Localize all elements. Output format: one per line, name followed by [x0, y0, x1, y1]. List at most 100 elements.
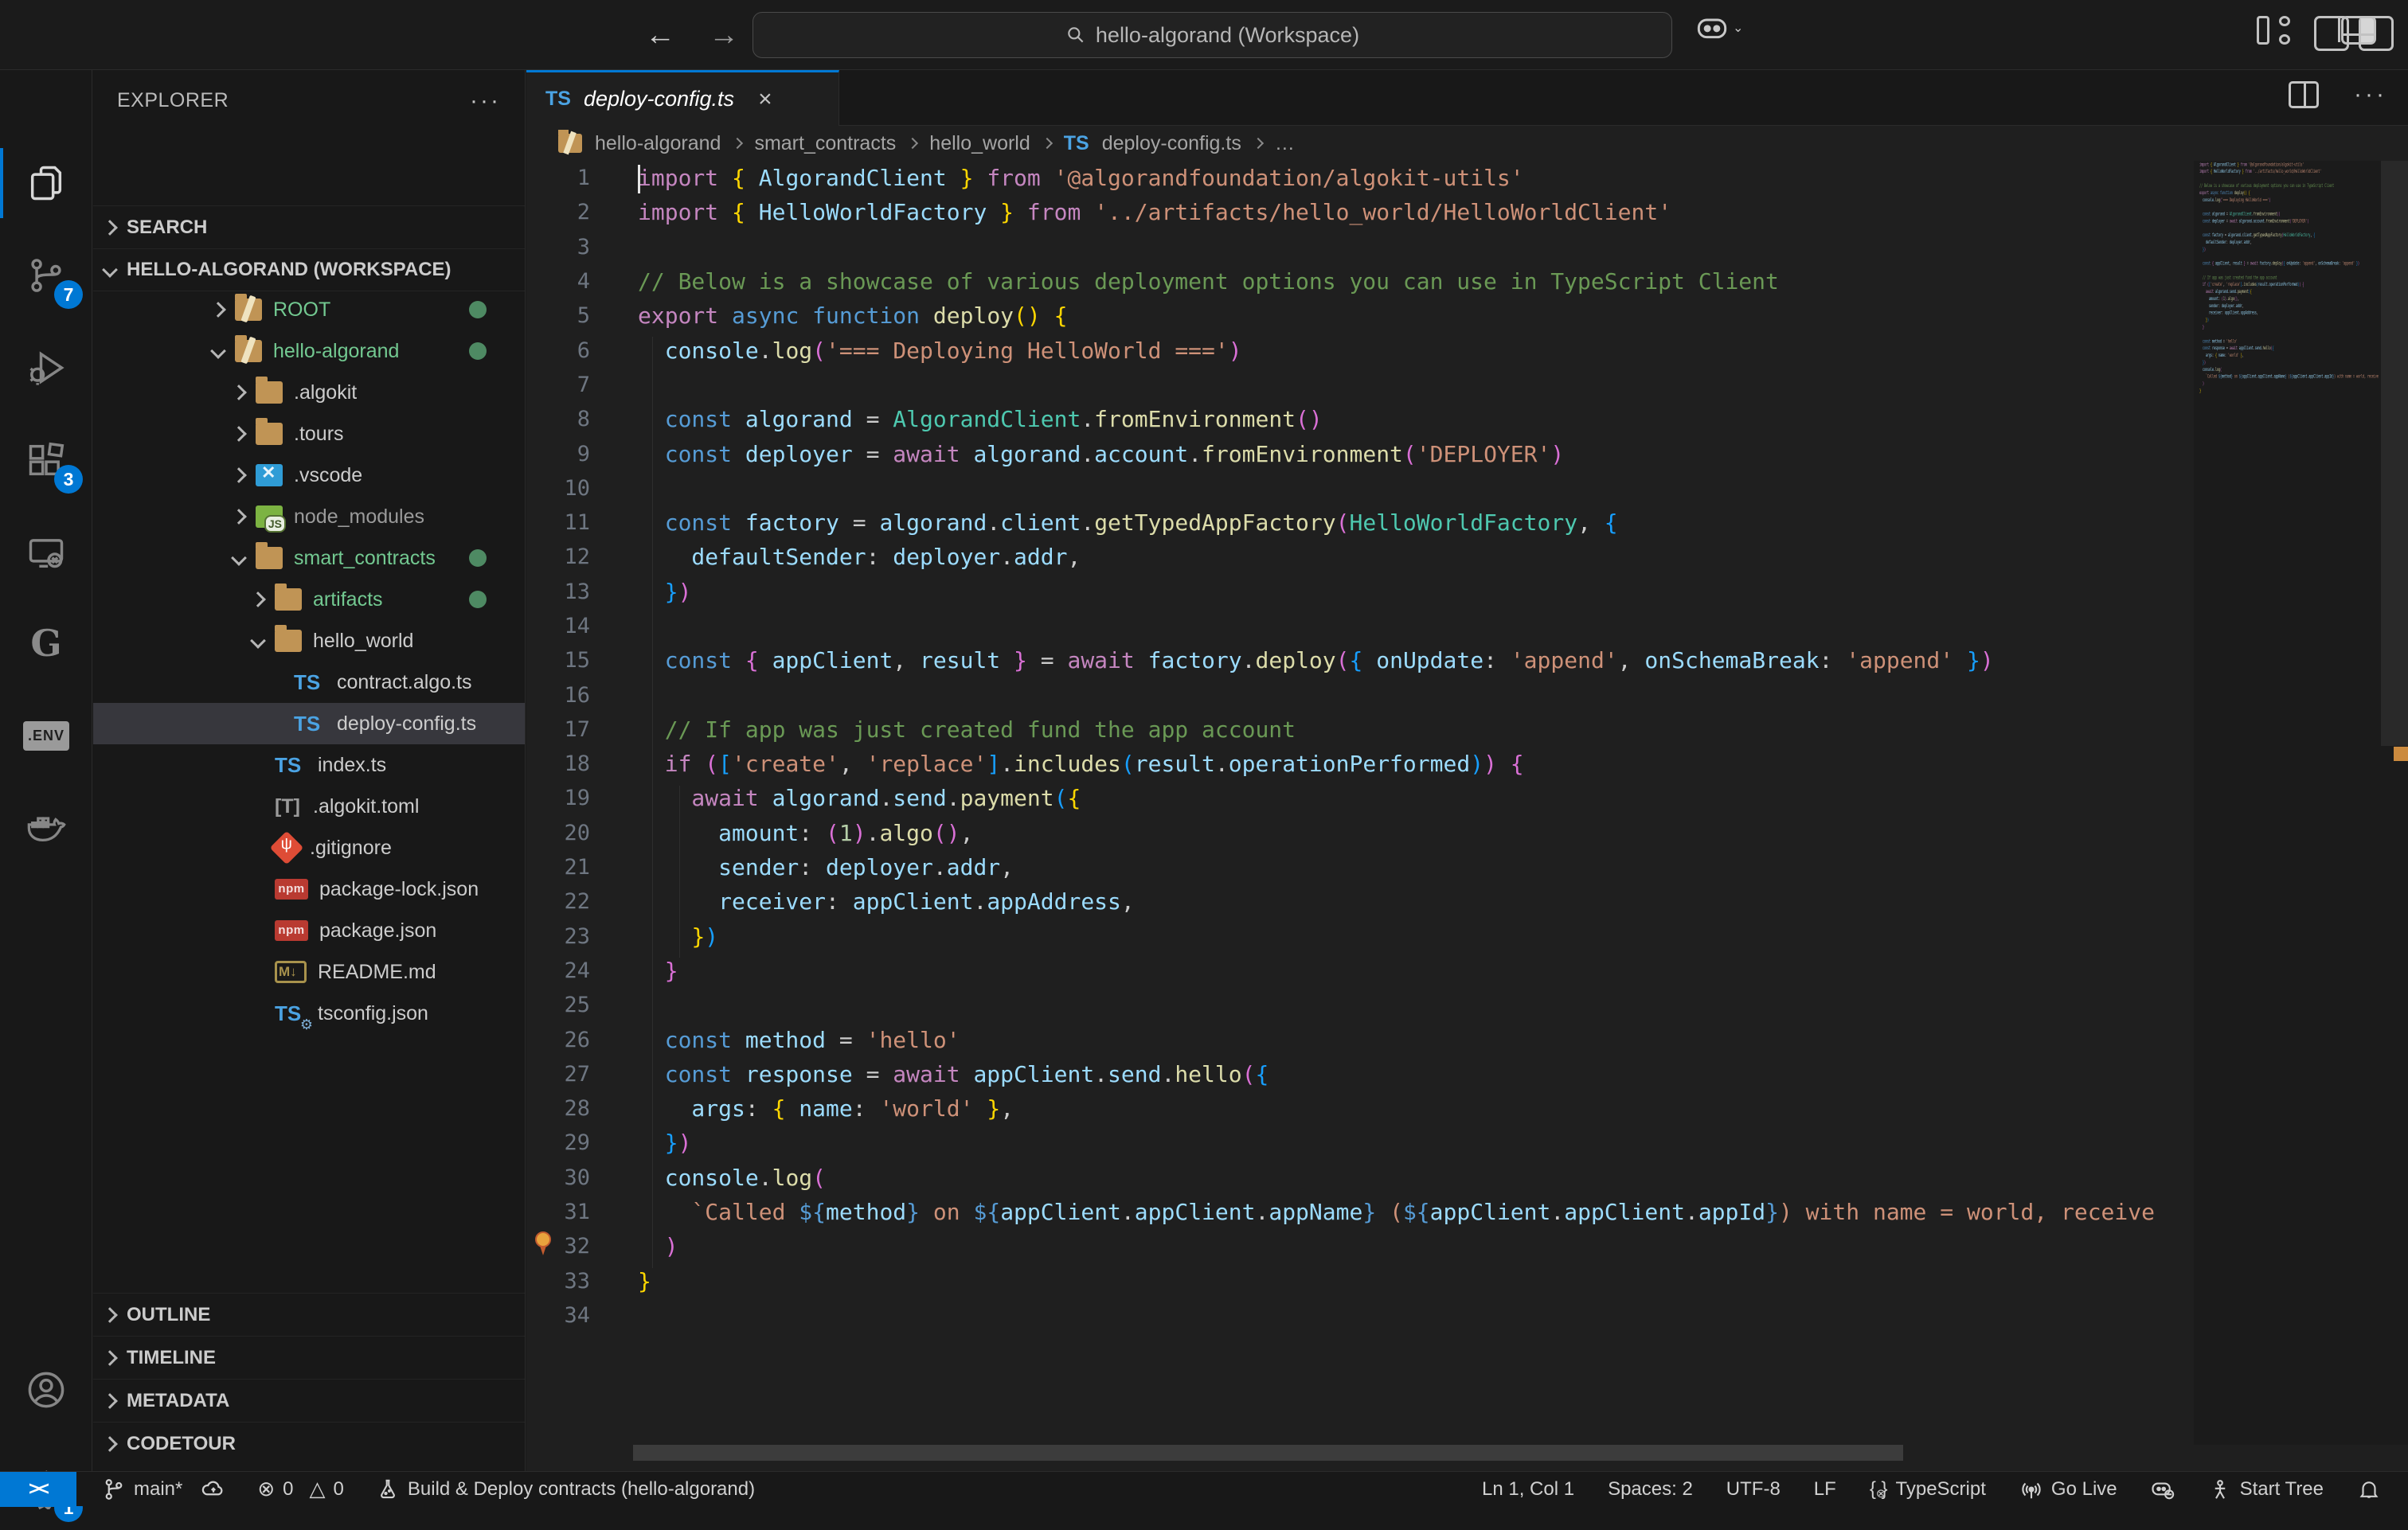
- tree-item-smart-contracts[interactable]: smart_contracts: [93, 537, 525, 579]
- code-line-6[interactable]: 6 console.log('=== Deploying HelloWorld …: [526, 333, 2194, 367]
- tree-item-root[interactable]: ROOT: [93, 289, 525, 330]
- go-live-button[interactable]: Go Live: [2019, 1477, 2117, 1501]
- breadcrumb-item[interactable]: …: [1275, 132, 1295, 155]
- code-line-30[interactable]: 30 console.log(: [526, 1161, 2194, 1195]
- branch-status[interactable]: main*: [102, 1477, 225, 1501]
- tree-item--gitignore[interactable]: .gitignore: [93, 827, 525, 868]
- activity-item-extensions[interactable]: 3: [0, 419, 92, 502]
- notifications-button[interactable]: [2357, 1477, 2381, 1501]
- code-line-12[interactable]: 12 defaultSender: deployer.addr,: [526, 540, 2194, 574]
- nav-forward-button[interactable]: →: [709, 18, 739, 53]
- activity-item-accounts[interactable]: [0, 1349, 92, 1431]
- nav-back-button[interactable]: ←: [645, 18, 675, 53]
- code-line-15[interactable]: 15 const { appClient, result } = await f…: [526, 643, 2194, 677]
- code-line-33[interactable]: 33}: [526, 1264, 2194, 1298]
- code-line-10[interactable]: 10: [526, 471, 2194, 505]
- tree-item-deploy-config-ts[interactable]: deploy-config.ts: [93, 703, 525, 744]
- section-timeline[interactable]: TIMELINE: [93, 1336, 525, 1379]
- explorer-more-actions-button[interactable]: ···: [470, 88, 501, 115]
- activity-item-explorer[interactable]: [0, 142, 92, 224]
- problems-status[interactable]: ⊗ 0 △ 0: [257, 1477, 344, 1501]
- tab-deploy-config[interactable]: TS deploy-config.ts ×: [526, 70, 839, 126]
- tree-item-hello-algorand[interactable]: hello-algorand: [93, 330, 525, 372]
- tree-item-package-json[interactable]: package.json: [93, 910, 525, 951]
- command-center-search[interactable]: hello-algorand (Workspace): [752, 12, 1672, 58]
- tree-item-package-lock-json[interactable]: package-lock.json: [93, 868, 525, 910]
- code-line-8[interactable]: 8 const algorand = AlgorandClient.fromEn…: [526, 402, 2194, 436]
- language-mode[interactable]: { }⊗ TypeScript: [1870, 1478, 1986, 1501]
- remote-indicator[interactable]: ><: [0, 1472, 76, 1507]
- breadcrumb-item[interactable]: deploy-config.ts: [1102, 132, 1241, 155]
- code-line-20[interactable]: 20 amount: (1).algo(),: [526, 816, 2194, 850]
- tree-item-tsconfig-json[interactable]: tsconfig.json: [93, 993, 525, 1034]
- code-line-5[interactable]: 5export async function deploy() {: [526, 299, 2194, 333]
- code-line-13[interactable]: 13 }): [526, 575, 2194, 609]
- section-outline[interactable]: OUTLINE: [93, 1293, 525, 1336]
- split-editor-button[interactable]: [2289, 81, 2319, 108]
- activity-item-gitlens[interactable]: G: [0, 602, 92, 685]
- tree-item--tours[interactable]: .tours: [93, 413, 525, 455]
- tree-item--algokit[interactable]: .algokit: [93, 372, 525, 413]
- code-editor[interactable]: 1import { AlgorandClient } from '@algora…: [526, 161, 2194, 1445]
- copilot-status-button[interactable]: [2151, 1477, 2175, 1501]
- code-line-9[interactable]: 9 const deployer = await algorand.accoun…: [526, 436, 2194, 470]
- activity-item-source-control[interactable]: 7: [0, 234, 92, 317]
- breadcrumb-item[interactable]: smart_contracts: [754, 132, 896, 155]
- code-line-2[interactable]: 2import { HelloWorldFactory } from '../a…: [526, 195, 2194, 229]
- horizontal-scrollbar[interactable]: [633, 1445, 1903, 1461]
- code-line-14[interactable]: 14: [526, 609, 2194, 643]
- code-line-3[interactable]: 3: [526, 230, 2194, 264]
- code-line-19[interactable]: 19 await algorand.send.payment({: [526, 781, 2194, 815]
- code-line-26[interactable]: 26 const method = 'hello': [526, 1022, 2194, 1056]
- code-line-25[interactable]: 25: [526, 988, 2194, 1022]
- section-codetour[interactable]: CODETOUR: [93, 1422, 525, 1465]
- code-line-4[interactable]: 4// Below is a showcase of various deplo…: [526, 264, 2194, 299]
- code-line-11[interactable]: 11 const factory = algorand.client.getTy…: [526, 505, 2194, 540]
- toggle-secondary-sidebar-button[interactable]: [2314, 16, 2349, 51]
- tree-item-contract-algo-ts[interactable]: contract.algo.ts: [93, 662, 525, 703]
- tree-item-index-ts[interactable]: index.ts: [93, 744, 525, 786]
- tree-item-readme-md[interactable]: README.md: [93, 951, 525, 993]
- editor-more-actions-button[interactable]: ···: [2354, 81, 2387, 108]
- tree-item--algokit-toml[interactable]: .algokit.toml: [93, 786, 525, 827]
- code-line-27[interactable]: 27 const response = await appClient.send…: [526, 1057, 2194, 1091]
- breadcrumb-item[interactable]: hello-algorand: [595, 132, 721, 155]
- minimap[interactable]: 1import { AlgorandClient } from '@algora…: [2194, 161, 2381, 1445]
- cursor-position[interactable]: Ln 1, Col 1: [1482, 1478, 1574, 1501]
- code-line-18[interactable]: 18 if (['create', 'replace'].includes(re…: [526, 747, 2194, 781]
- tree-item-hello-world[interactable]: hello_world: [93, 620, 525, 662]
- customize-layout-button[interactable]: [2257, 16, 2292, 45]
- eol-sequence[interactable]: LF: [1814, 1478, 1836, 1501]
- section-workspace[interactable]: HELLO-ALGORAND (WORKSPACE): [93, 248, 525, 291]
- section-search[interactable]: SEARCH: [93, 205, 525, 248]
- code-line-23[interactable]: 23 }): [526, 919, 2194, 954]
- code-line-21[interactable]: 21 sender: deployer.addr,: [526, 850, 2194, 884]
- tree-item-artifacts[interactable]: artifacts: [93, 579, 525, 620]
- indentation[interactable]: Spaces: 2: [1608, 1478, 1693, 1501]
- code-line-29[interactable]: 29 }): [526, 1126, 2194, 1160]
- activity-item-docker[interactable]: [0, 785, 92, 868]
- code-line-24[interactable]: 24 }: [526, 954, 2194, 988]
- code-line-17[interactable]: 17 // If app was just created fund the a…: [526, 712, 2194, 747]
- activity-item-run-debug[interactable]: [0, 326, 92, 409]
- code-line-32[interactable]: 32 ): [526, 1229, 2194, 1263]
- activity-item-remote-explorer[interactable]: [0, 511, 92, 594]
- copilot-menu-button[interactable]: ⌄: [1696, 14, 1743, 41]
- start-tree-button[interactable]: Start Tree: [2208, 1477, 2324, 1501]
- code-line-28[interactable]: 28 args: { name: 'world' },: [526, 1091, 2194, 1126]
- code-line-31[interactable]: 31 `Called ${method} on ${appClient.appC…: [526, 1195, 2194, 1229]
- activity-item-dotenv[interactable]: .ENV: [0, 694, 92, 777]
- tree-item--vscode[interactable]: .vscode: [93, 455, 525, 496]
- code-line-22[interactable]: 22 receiver: appClient.appAddress,: [526, 884, 2194, 919]
- code-line-16[interactable]: 16: [526, 677, 2194, 712]
- close-tab-icon[interactable]: ×: [758, 86, 772, 113]
- build-deploy-task[interactable]: Build & Deploy contracts (hello-algorand…: [376, 1477, 755, 1501]
- code-line-1[interactable]: 1import { AlgorandClient } from '@algora…: [526, 161, 2194, 195]
- breadcrumb-item[interactable]: hello_world: [929, 132, 1030, 155]
- codetour-marker-icon[interactable]: [531, 1231, 555, 1255]
- encoding[interactable]: UTF-8: [1726, 1478, 1781, 1501]
- code-line-7[interactable]: 7: [526, 368, 2194, 402]
- overview-ruler[interactable]: [2381, 161, 2408, 1445]
- vertical-scrollbar-thumb[interactable]: [2381, 161, 2408, 746]
- section-metadata[interactable]: METADATA: [93, 1379, 525, 1422]
